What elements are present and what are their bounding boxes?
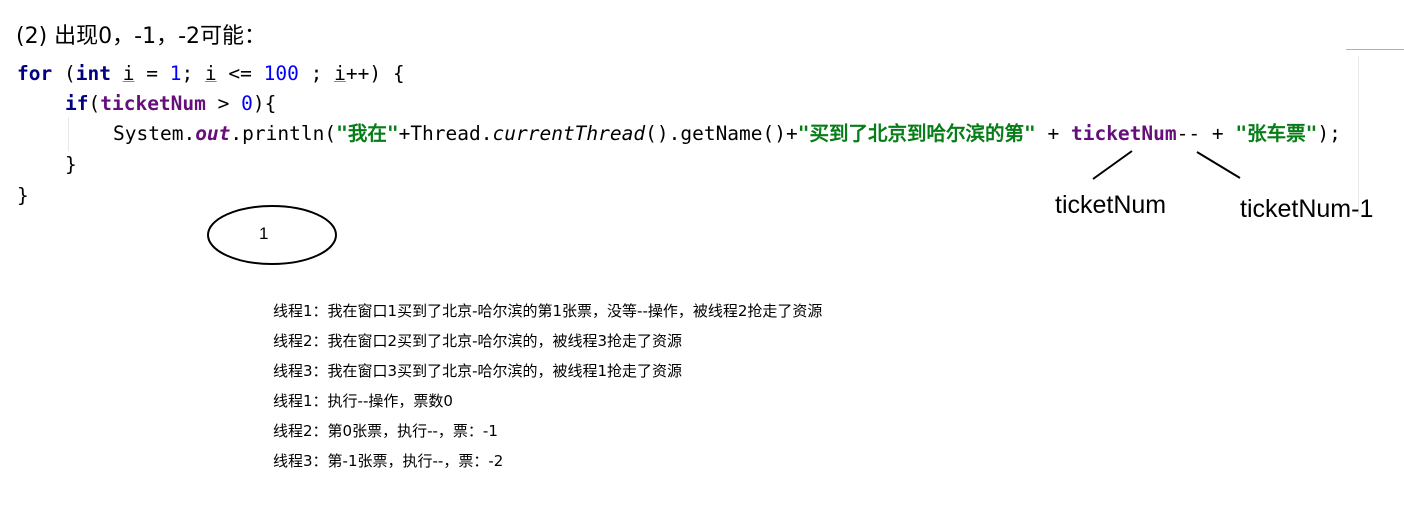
code-text: > — [205, 92, 242, 115]
keyword-int: int — [75, 62, 111, 85]
corner-mark — [1346, 49, 1404, 50]
thread-steps-list: 线程1：我在窗口1买到了北京-哈尔滨的第1张票，没等--操作，被线程2抢走了资源… — [273, 296, 822, 476]
list-item: 线程3：我在窗口3买到了北京-哈尔滨的，被线程1抢走了资源 — [273, 362, 683, 380]
pointer-line-right — [1196, 151, 1241, 179]
list-item: 线程2：我在窗口2买到了北京-哈尔滨的，被线程3抢走了资源 — [273, 332, 683, 350]
section-heading: (2) 出现0，-1，-2可能： — [16, 24, 267, 49]
annotation-ticketnum-minus-1: ticketNum-1 — [1240, 195, 1374, 223]
variable-i: i — [122, 62, 135, 85]
variable-i: i — [204, 62, 217, 85]
oval-label: 1 — [259, 224, 269, 243]
oval-shape — [207, 205, 337, 265]
code-line-if: if(ticketNum > 0){ — [65, 90, 276, 118]
indent-guide — [68, 117, 69, 151]
code-text: ; — [298, 62, 335, 85]
field-ticketnum: ticketNum — [100, 92, 206, 115]
field-ticketnum: ticketNum — [1070, 122, 1177, 145]
code-text: +Thread. — [398, 122, 493, 145]
string-literal: "张车票" — [1235, 122, 1318, 145]
code-line-close-for: } — [17, 184, 29, 207]
number-literal: 1 — [169, 62, 182, 85]
code-line-for: for (int i = 1; i <= 100 ; i++) { — [17, 60, 405, 88]
list-item: 线程1：我在窗口1买到了北京-哈尔滨的第1张票，没等--操作，被线程2抢走了资源 — [273, 302, 823, 320]
code-line-println: System.out.println("我在"+Thread.currentTh… — [113, 120, 1341, 148]
number-literal: 100 — [263, 62, 299, 85]
code-text: + — [1035, 122, 1071, 145]
code-text: ); — [1317, 122, 1341, 145]
code-line-close-if: } — [65, 153, 77, 176]
list-item: 线程2：第0张票，执行--，票：-1 — [273, 422, 498, 440]
list-item: 线程3：第-1张票，执行--，票：-2 — [273, 452, 504, 470]
keyword-if: if — [65, 92, 89, 115]
code-text: ( — [52, 62, 76, 85]
list-item: 线程1：执行--操作，票数0 — [273, 392, 453, 410]
code-text: ( — [88, 92, 101, 115]
code-text: System. — [113, 122, 196, 145]
code-text: -- + — [1176, 122, 1236, 145]
code-text: ; — [181, 62, 205, 85]
variable-i: i — [334, 62, 346, 85]
code-text: <= — [216, 62, 264, 85]
code-text: = — [134, 62, 170, 85]
annotation-ticketnum: ticketNum — [1055, 191, 1167, 219]
code-text: ++) { — [345, 62, 405, 85]
code-text: .println( — [230, 122, 337, 145]
code-text: ){ — [252, 92, 277, 115]
number-literal: 0 — [241, 92, 253, 115]
pointer-line-left — [1092, 150, 1133, 180]
keyword-for: for — [17, 62, 53, 85]
string-literal: "买到了北京到哈尔滨的第" — [797, 122, 1036, 145]
edge-line — [1358, 56, 1359, 214]
method-currentthread: currentThread — [492, 122, 646, 145]
code-text: ().getName()+ — [645, 122, 798, 145]
static-field-out: out — [195, 122, 231, 145]
string-literal: "我在" — [336, 122, 399, 145]
